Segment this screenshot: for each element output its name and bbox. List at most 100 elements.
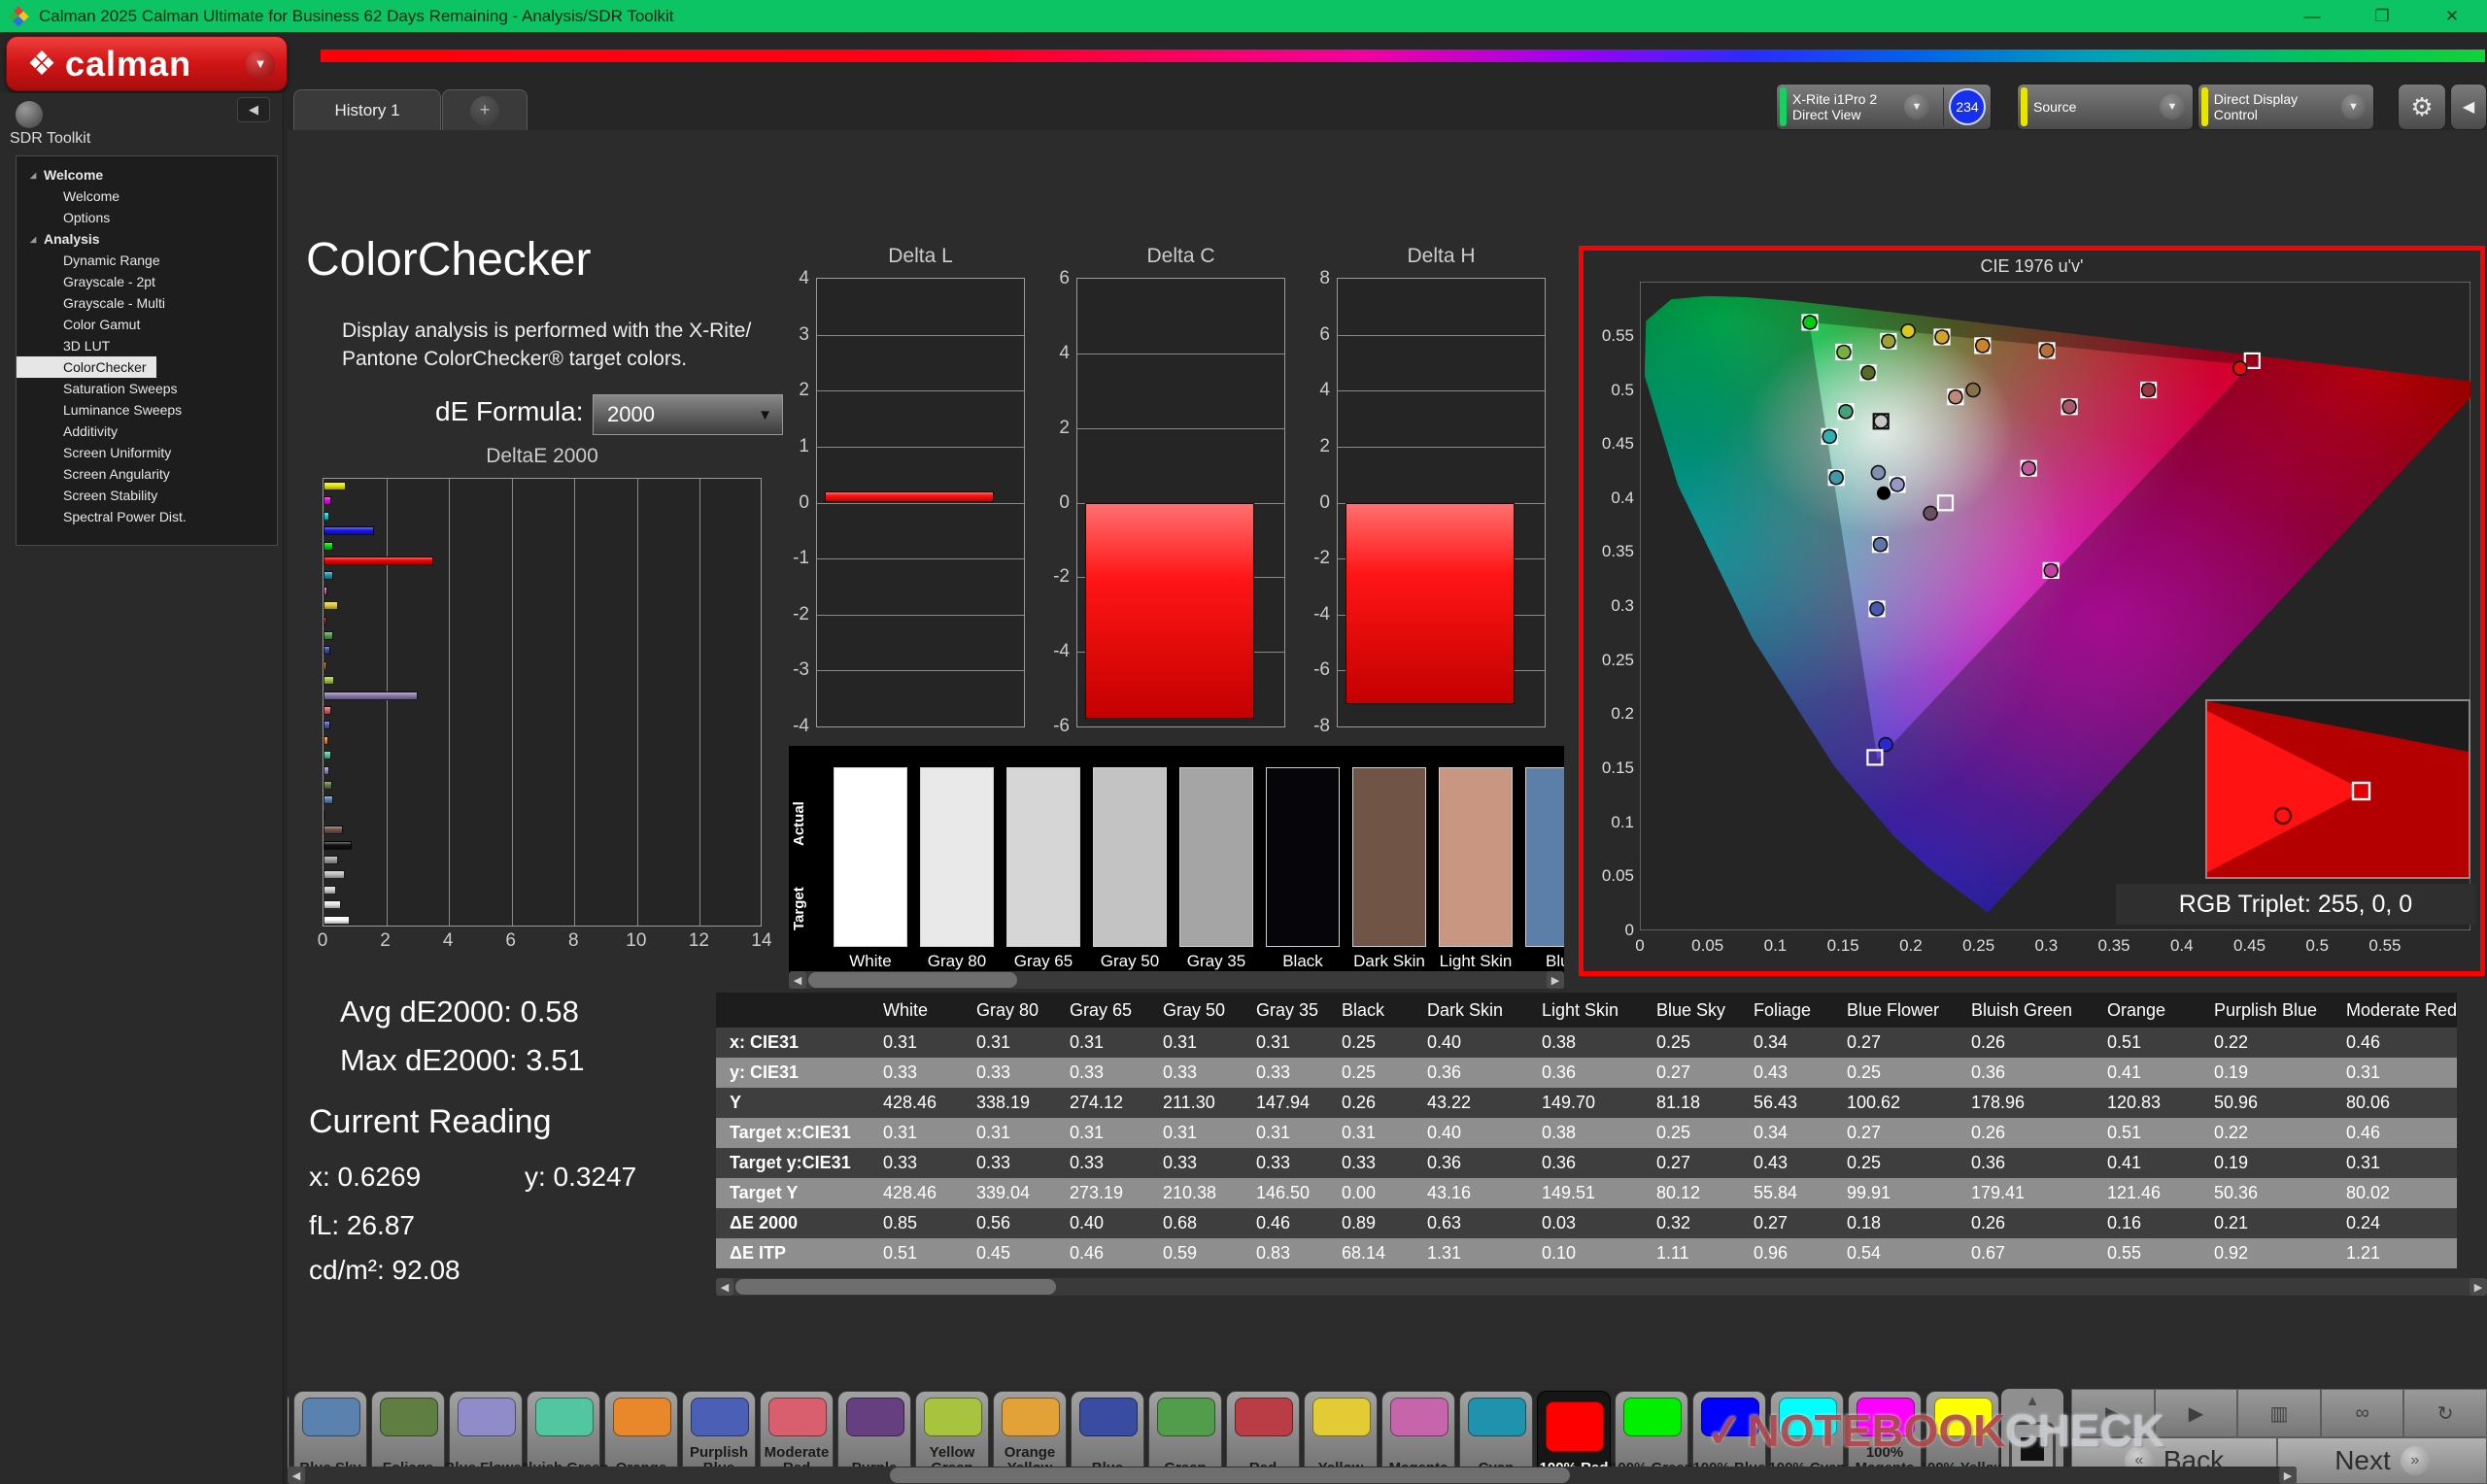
collapse-up-icon[interactable]: ▲ bbox=[2015, 1393, 2050, 1418]
display-control-dropdown[interactable]: Direct Display Control ▼ bbox=[2197, 84, 2374, 130]
cie-diagram-panel[interactable]: CIE 1976 u'v' 0.55 0.5 0.45 0.4 0.35 0.3 0.25 0… bbox=[1579, 246, 2485, 976]
read-button[interactable]: ▶ bbox=[2071, 1389, 2155, 1437]
sidebar-item-screen-angularity[interactable]: Screen Angularity bbox=[17, 463, 277, 485]
scroll-left-icon[interactable]: ◀ bbox=[789, 971, 806, 989]
sidebar-item-luminance-sweeps[interactable]: Luminance Sweeps bbox=[17, 399, 277, 421]
minimize-button[interactable]: — bbox=[2277, 0, 2347, 32]
sidebar-item-analysis[interactable]: ◢ Analysis bbox=[17, 228, 277, 250]
tree-expander-icon[interactable]: ◢ bbox=[30, 229, 38, 251]
meter-count-badge[interactable]: 234 bbox=[1949, 88, 1986, 125]
restore-button[interactable]: ❐ bbox=[2347, 0, 2417, 32]
y-tick-label: 4 bbox=[799, 268, 809, 288]
table-scrollbar[interactable]: ◀ ▶ bbox=[716, 1278, 2487, 1296]
add-tab-button[interactable]: + bbox=[442, 89, 528, 130]
sidebar-item-spectral-power-dist-[interactable]: Spectral Power Dist. bbox=[17, 506, 277, 527]
calman-menu-button[interactable]: ❖ calman ▼ bbox=[6, 36, 288, 91]
de-formula-select[interactable]: 2000 ▼ bbox=[593, 394, 783, 435]
patch-color-chip bbox=[1468, 1398, 1526, 1436]
delta-l-title: Delta L bbox=[888, 245, 953, 267]
source-dropdown[interactable]: Source ▼ bbox=[2017, 84, 2194, 130]
cie-x-tick: 0.5 bbox=[2305, 936, 2330, 955]
table-row: ΔE ITP 0.51 0.45 0.46 0.59 0.83 68.14 1.31 0.10 1… bbox=[716, 1238, 2458, 1268]
sidebar-item-screen-stability[interactable]: Screen Stability bbox=[17, 485, 277, 506]
y-tick-label: 8 bbox=[1319, 268, 1330, 288]
sidebar-item-welcome[interactable]: ◢ Welcome bbox=[17, 164, 277, 186]
cell: 178.96 bbox=[1971, 1088, 2107, 1118]
column-header-dark-skin: Dark Skin bbox=[1427, 993, 1542, 1028]
sidebar: ◀ SDR Toolkit ◢ Welcome Welcome Options ◢ Ana… bbox=[0, 93, 284, 1484]
deltae-chart-title: DeltaE 2000 bbox=[486, 445, 598, 467]
cie-y-tick: 0.5 bbox=[1611, 380, 1634, 399]
refresh-button[interactable]: ↻ bbox=[2403, 1389, 2487, 1437]
sidebar-item-saturation-sweeps[interactable]: Saturation Sweeps bbox=[17, 378, 277, 399]
gridline bbox=[817, 334, 1024, 336]
session-toolbar: ▶ ▶ ▥ ∞ ↻ bbox=[2071, 1389, 2487, 1437]
cie-x-tick: 0.4 bbox=[2169, 936, 2194, 955]
divider bbox=[1943, 87, 1944, 126]
sidebar-item-welcome[interactable]: Welcome bbox=[17, 186, 277, 207]
sidebar-item-grayscale-2pt[interactable]: Grayscale - 2pt bbox=[17, 271, 277, 292]
swatch-label: Gray 80 bbox=[927, 952, 987, 970]
sidebar-item-options[interactable]: Options bbox=[17, 207, 277, 228]
cell: 0.68 bbox=[1163, 1208, 1256, 1238]
tree-expander-icon[interactable]: ◢ bbox=[30, 165, 38, 186]
sidebar-orb-button[interactable] bbox=[16, 101, 43, 128]
deltae-bar-100-yellow bbox=[324, 482, 346, 490]
cell: 55.84 bbox=[1754, 1178, 1847, 1208]
link-button[interactable]: ∞ bbox=[2320, 1389, 2404, 1437]
sidebar-collapse-button[interactable]: ◀ bbox=[237, 97, 270, 122]
swatch-label: Dark Skin bbox=[1353, 952, 1425, 970]
swatch-gray-80 bbox=[920, 767, 994, 947]
cell: 0.16 bbox=[2107, 1208, 2214, 1238]
cell: 0.31 bbox=[1342, 1118, 1427, 1148]
x-tick-label: 6 bbox=[505, 930, 516, 951]
cell: 50.36 bbox=[2214, 1178, 2346, 1208]
close-button[interactable]: ✕ bbox=[2417, 0, 2487, 32]
scroll-left-icon[interactable]: ◀ bbox=[288, 1467, 305, 1484]
cell: 146.50 bbox=[1256, 1178, 1342, 1208]
cell: 0.46 bbox=[2346, 1028, 2458, 1058]
chart-button[interactable]: ▥ bbox=[2237, 1389, 2321, 1437]
patch-strip-scrollbar[interactable]: ◀ ▶ bbox=[288, 1467, 2297, 1484]
cell: 81.18 bbox=[1656, 1088, 1754, 1118]
meter-name: X-Rite i1Pro 2 bbox=[1792, 91, 1878, 107]
cell: 0.36 bbox=[1542, 1058, 1656, 1088]
gridline bbox=[817, 390, 1024, 392]
cell: 0.33 bbox=[1070, 1058, 1163, 1088]
sidebar-item-screen-uniformity[interactable]: Screen Uniformity bbox=[17, 442, 277, 463]
column-header-gray-50: Gray 50 bbox=[1163, 993, 1256, 1028]
swatch-gray-50 bbox=[1093, 767, 1167, 947]
de-formula-value: 2000 bbox=[607, 402, 655, 426]
cell: 0.22 bbox=[2214, 1118, 2346, 1148]
scroll-right-icon[interactable]: ▶ bbox=[2279, 1467, 2297, 1484]
scroll-left-icon[interactable]: ◀ bbox=[716, 1278, 733, 1296]
cell: 0.27 bbox=[1847, 1028, 1971, 1058]
chevron-down-icon: ▼ bbox=[2160, 94, 2185, 119]
cie-y-tick: 0.55 bbox=[1601, 325, 1634, 345]
continuous-read-button[interactable]: ▶ bbox=[2154, 1389, 2238, 1437]
cell: 43.16 bbox=[1427, 1178, 1542, 1208]
cell: 0.33 bbox=[1256, 1148, 1342, 1178]
sidebar-item-grayscale-multi[interactable]: Grayscale - Multi bbox=[17, 292, 277, 314]
cie-y-tick: 0.2 bbox=[1611, 704, 1634, 724]
sidebar-item-colorchecker[interactable]: ColorChecker bbox=[17, 356, 156, 378]
scroll-right-icon[interactable]: ▶ bbox=[1547, 971, 1564, 989]
next-button[interactable]: Next » bbox=[2277, 1437, 2487, 1484]
sidebar-item-color-gamut[interactable]: Color Gamut bbox=[17, 314, 277, 335]
chevron-down-icon: ▼ bbox=[246, 49, 275, 79]
cell: 0.33 bbox=[1070, 1148, 1163, 1178]
swatch-scrollbar[interactable]: ◀ ▶ bbox=[789, 971, 1564, 989]
cie-x-tick: 0.2 bbox=[1899, 936, 1923, 955]
cell: 0.51 bbox=[2107, 1118, 2214, 1148]
panel-collapse-button[interactable]: ◀ bbox=[2450, 84, 2487, 130]
sidebar-item-3d-lut[interactable]: 3D LUT bbox=[17, 335, 277, 356]
current-reading-title: Current Reading bbox=[309, 1103, 552, 1140]
tab-history-1[interactable]: History 1 bbox=[293, 89, 441, 130]
sidebar-item-dynamic-range[interactable]: Dynamic Range bbox=[17, 250, 277, 271]
spectrum-stripe bbox=[321, 50, 2485, 62]
settings-gear-button[interactable]: ⚙ bbox=[2398, 84, 2446, 130]
meter-dropdown[interactable]: X-Rite i1Pro 2 Direct View ▼ 234 bbox=[1776, 84, 1992, 130]
scroll-right-icon[interactable]: ▶ bbox=[2470, 1278, 2487, 1296]
cie-y-tick: 0.15 bbox=[1601, 759, 1634, 778]
sidebar-item-additivity[interactable]: Additivity bbox=[17, 421, 277, 442]
